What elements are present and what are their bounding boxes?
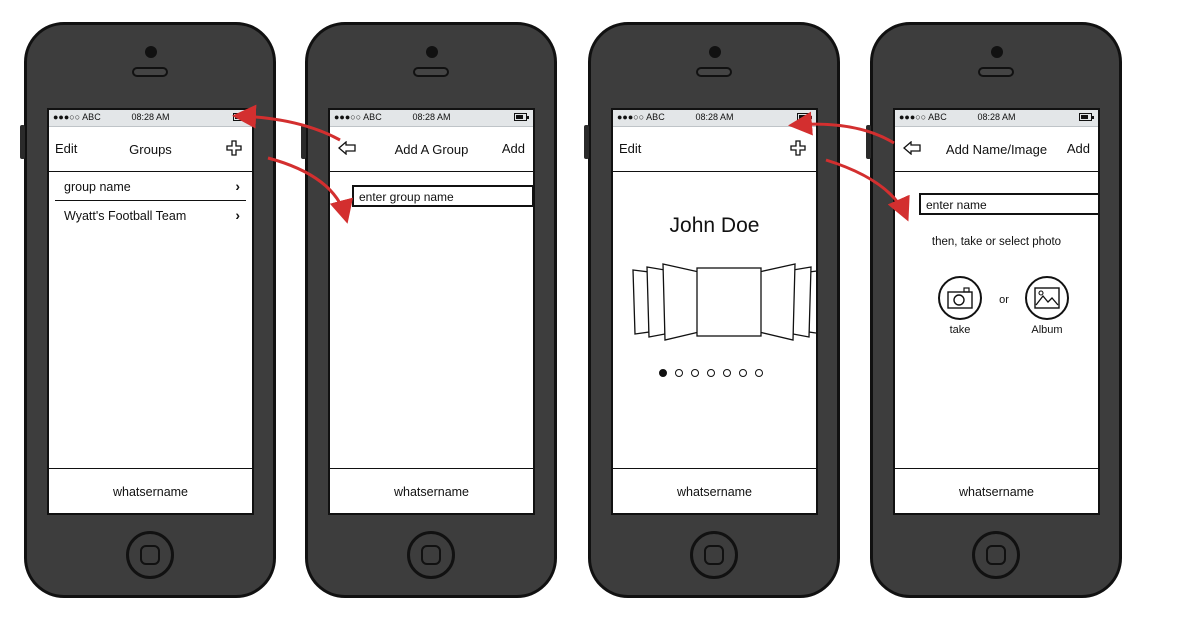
- camera-icon: [947, 287, 973, 309]
- back-arrow-icon[interactable]: [903, 141, 921, 155]
- clock: 08:28 AM: [131, 112, 170, 122]
- home-button[interactable]: [126, 531, 174, 579]
- plus-icon[interactable]: [790, 140, 806, 156]
- nav-bar: Edit: [613, 127, 816, 172]
- home-icon: [140, 545, 160, 565]
- phone-person: ●●●○○ ABC 08:28 AM Edit John Doe whatser…: [584, 22, 840, 598]
- footer-bar: whatsername: [330, 468, 533, 513]
- page-indicator: [659, 364, 771, 382]
- page-dot[interactable]: [723, 369, 731, 377]
- screen-groups: ●●●○○ ABC 08:28 AM Edit Groups group nam…: [47, 108, 254, 515]
- list-item[interactable]: group name ›: [55, 172, 246, 201]
- instruction-text: then, take or select photo: [931, 236, 1062, 248]
- page-dot[interactable]: [659, 369, 667, 377]
- nav-bar: Add Name/Image Add: [895, 127, 1098, 172]
- battery-icon: [514, 113, 529, 121]
- plus-icon[interactable]: [226, 140, 242, 156]
- page-dot[interactable]: [707, 369, 715, 377]
- page-dot[interactable]: [675, 369, 683, 377]
- clock: 08:28 AM: [412, 112, 451, 122]
- home-icon: [986, 545, 1006, 565]
- footer-bar: whatsername: [895, 468, 1098, 513]
- speaker-icon: [132, 67, 168, 77]
- page-dot[interactable]: [755, 369, 763, 377]
- edit-button[interactable]: Edit: [55, 141, 77, 156]
- list-item[interactable]: Wyatt's Football Team ›: [55, 201, 246, 229]
- home-button[interactable]: [407, 531, 455, 579]
- phone-add-name-image: ●●●○○ ABC 08:28 AM Add Name/Image Add en…: [866, 22, 1122, 598]
- clock: 08:28 AM: [977, 112, 1016, 122]
- home-icon: [421, 545, 441, 565]
- speaker-icon: [978, 67, 1014, 77]
- camera-icon: [145, 46, 157, 58]
- battery-icon: [1079, 113, 1094, 121]
- status-bar: ●●●○○ ABC 08:28 AM: [613, 110, 816, 127]
- camera-icon: [709, 46, 721, 58]
- footer-label: whatsername: [676, 485, 753, 499]
- edit-button[interactable]: Edit: [619, 141, 641, 156]
- footer-label: whatsername: [112, 485, 189, 499]
- coverflow-carousel[interactable]: [629, 262, 818, 342]
- list-item-label: group name: [64, 180, 131, 194]
- screen-person: ●●●○○ ABC 08:28 AM Edit John Doe whatser…: [611, 108, 818, 515]
- camera-icon: [991, 46, 1003, 58]
- album-button[interactable]: [1025, 276, 1069, 320]
- status-bar: ●●●○○ ABC 08:28 AM: [895, 110, 1098, 127]
- phone-add-group: ●●●○○ ABC 08:28 AM Add A Group Add enter…: [301, 22, 557, 598]
- footer-label: whatsername: [958, 485, 1035, 499]
- or-label: or: [999, 294, 1009, 306]
- album-label: Album: [1031, 324, 1063, 336]
- footer-label: whatsername: [393, 485, 470, 499]
- battery-icon: [797, 113, 812, 121]
- person-name: John Doe: [669, 214, 760, 237]
- page-dot[interactable]: [691, 369, 699, 377]
- take-photo-button[interactable]: [938, 276, 982, 320]
- status-bar: ●●●○○ ABC 08:28 AM: [330, 110, 533, 127]
- add-button[interactable]: Add: [502, 141, 525, 156]
- screen-add-name-image: ●●●○○ ABC 08:28 AM Add Name/Image Add en…: [893, 108, 1100, 515]
- screen-add-group: ●●●○○ ABC 08:28 AM Add A Group Add enter…: [328, 108, 535, 515]
- take-label: take: [949, 324, 971, 336]
- image-icon: [1034, 287, 1060, 309]
- chevron-right-icon: ›: [235, 178, 240, 194]
- list-item-label: Wyatt's Football Team: [64, 209, 187, 223]
- footer-bar: whatsername: [613, 468, 816, 513]
- page-dot[interactable]: [739, 369, 747, 377]
- battery-icon: [233, 113, 248, 121]
- clock: 08:28 AM: [695, 112, 734, 122]
- home-button[interactable]: [972, 531, 1020, 579]
- name-input[interactable]: enter name: [919, 193, 1098, 215]
- back-arrow-icon[interactable]: [338, 141, 356, 155]
- nav-bar: Add A Group Add: [330, 127, 533, 172]
- group-name-input[interactable]: enter group name: [352, 185, 533, 207]
- status-bar: ●●●○○ ABC 08:28 AM: [49, 110, 252, 127]
- home-button[interactable]: [690, 531, 738, 579]
- phone-groups: ●●●○○ ABC 08:28 AM Edit Groups group nam…: [20, 22, 276, 598]
- home-icon: [704, 545, 724, 565]
- nav-bar: Edit Groups: [49, 127, 252, 172]
- speaker-icon: [413, 67, 449, 77]
- speaker-icon: [696, 67, 732, 77]
- footer-bar: whatsername: [49, 468, 252, 513]
- add-button[interactable]: Add: [1067, 141, 1090, 156]
- camera-icon: [426, 46, 438, 58]
- page-title: Groups: [129, 142, 172, 157]
- chevron-right-icon: ›: [235, 207, 240, 223]
